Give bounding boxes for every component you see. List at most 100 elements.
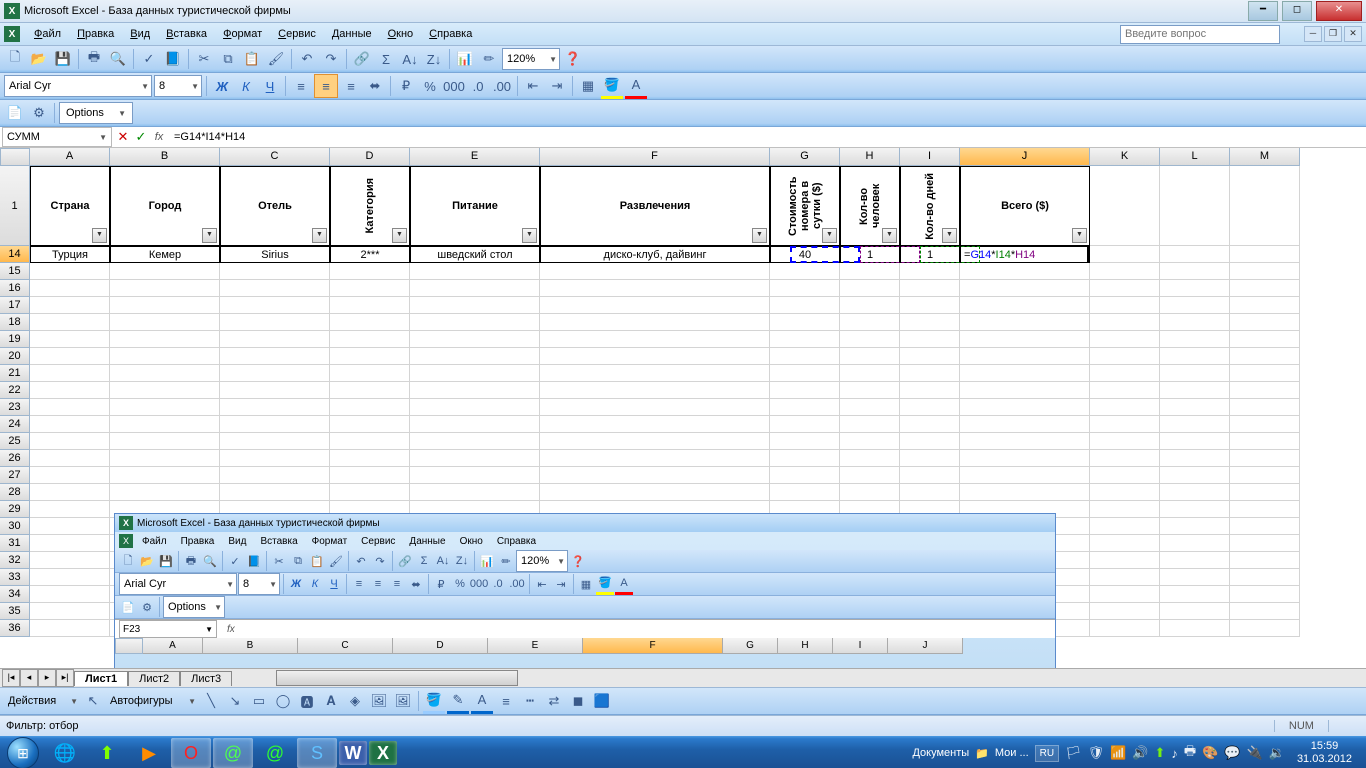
col-header-E[interactable]: E [410, 148, 540, 166]
col-header-I[interactable]: I [900, 148, 960, 166]
data-cell[interactable]: Турция [30, 246, 110, 263]
fill-color-draw-icon[interactable]: 🪣 [423, 689, 445, 714]
taskbar-excel-icon[interactable]: X [369, 741, 397, 765]
worksheet-grid[interactable]: A B C D E F G H I J K L M 1Страна▼Город▼… [0, 148, 1366, 668]
decrease-indent-icon[interactable]: ⇤ [522, 75, 544, 97]
menu-data[interactable]: Данные [324, 26, 380, 42]
fill-color-icon[interactable]: 🪣 [601, 74, 623, 99]
row-header-27[interactable]: 27 [0, 467, 30, 484]
tray-palette-icon[interactable]: 🎨 [1202, 745, 1218, 761]
name-box[interactable]: СУММ▼ [2, 127, 112, 147]
data-cell[interactable]: 40 [770, 246, 840, 263]
shadow-icon[interactable]: ◼ [567, 690, 589, 712]
row-header-31[interactable]: 31 [0, 535, 30, 552]
italic-icon[interactable]: К [235, 75, 257, 97]
row-header-23[interactable]: 23 [0, 399, 30, 416]
header-cell[interactable]: Стоимость номера в сутки ($)▼ [770, 166, 840, 246]
taskbar-word-icon[interactable]: W [339, 741, 367, 765]
tab-first-button[interactable]: |◂ [2, 669, 20, 687]
tab-sheet3[interactable]: Лист3 [180, 671, 232, 686]
font-color-icon[interactable]: A [625, 74, 647, 99]
header-cell[interactable]: Кол-во человек▼ [840, 166, 900, 246]
row-header-21[interactable]: 21 [0, 365, 30, 382]
col-header-K[interactable]: K [1090, 148, 1160, 166]
select-all-corner[interactable] [0, 148, 30, 166]
row-header-33[interactable]: 33 [0, 569, 30, 586]
increase-decimal-icon[interactable]: .0 [467, 75, 489, 97]
tab-prev-button[interactable]: ◂ [20, 669, 38, 687]
drawing-actions[interactable]: Действия▼ [4, 691, 80, 711]
taskbar-utorrent-icon[interactable]: ⬆ [87, 738, 127, 768]
taskbar-ie-icon[interactable]: 🌐 [45, 738, 85, 768]
col-header-D[interactable]: D [330, 148, 410, 166]
row-header-19[interactable]: 19 [0, 331, 30, 348]
options-button[interactable]: Options▼ [59, 102, 133, 124]
col-header-J[interactable]: J [960, 148, 1090, 166]
header-cell[interactable]: Кол-во дней▼ [900, 166, 960, 246]
open-icon[interactable]: 📂 [28, 48, 50, 70]
close-button[interactable]: ✕ [1316, 1, 1362, 21]
tray-media-icon[interactable]: ♪ [1171, 746, 1178, 761]
col-header-A[interactable]: A [30, 148, 110, 166]
pdf-settings-icon[interactable]: ⚙ [28, 102, 50, 124]
new-icon[interactable]: 🗋 [4, 48, 26, 70]
taskbar-documents[interactable]: Документы [912, 747, 969, 759]
arrow-style-icon[interactable]: ⇄ [543, 690, 565, 712]
hyperlink-icon[interactable]: 🔗 [351, 48, 373, 70]
row-header-25[interactable]: 25 [0, 433, 30, 450]
oval-icon[interactable]: ◯ [272, 690, 294, 712]
data-cell[interactable]: диско-клуб, дайвинг [540, 246, 770, 263]
line-style-icon[interactable]: ≡ [495, 690, 517, 712]
col-header-B[interactable]: B [110, 148, 220, 166]
line-color-icon[interactable]: ✎ [447, 689, 469, 714]
header-cell[interactable]: Страна▼ [30, 166, 110, 246]
autofilter-button[interactable]: ▼ [822, 228, 837, 243]
menu-insert[interactable]: Вставка [158, 26, 215, 42]
ask-question-input[interactable] [1120, 25, 1280, 44]
data-cell[interactable]: 1 [900, 246, 960, 263]
header-cell[interactable]: Отель▼ [220, 166, 330, 246]
maximize-button[interactable]: ◻ [1282, 1, 1312, 21]
row-header-30[interactable]: 30 [0, 518, 30, 535]
row-header-17[interactable]: 17 [0, 297, 30, 314]
autofilter-button[interactable]: ▼ [392, 228, 407, 243]
row-header-32[interactable]: 32 [0, 552, 30, 569]
autofilter-button[interactable]: ▼ [92, 228, 107, 243]
print-preview-icon[interactable]: 🔍 [107, 48, 129, 70]
pdf-icon[interactable]: 📄 [4, 102, 26, 124]
row-header-24[interactable]: 24 [0, 416, 30, 433]
text-box-icon[interactable]: 🅰 [296, 690, 318, 712]
underline-icon[interactable]: Ч [259, 75, 281, 97]
cancel-formula-icon[interactable]: ✕ [114, 126, 132, 148]
comma-icon[interactable]: 000 [443, 75, 465, 97]
col-header-L[interactable]: L [1160, 148, 1230, 166]
currency-icon[interactable]: ₽ [395, 75, 417, 97]
control-menu-icon[interactable]: X [4, 26, 20, 42]
align-right-icon[interactable]: ≡ [340, 75, 362, 97]
tab-sheet1[interactable]: Лист1 [74, 671, 128, 686]
row-header-35[interactable]: 35 [0, 603, 30, 620]
arrow-icon[interactable]: ↘ [224, 690, 246, 712]
data-cell[interactable]: Кемер [110, 246, 220, 263]
sort-desc-icon[interactable]: Z↓ [423, 48, 445, 70]
row-header-34[interactable]: 34 [0, 586, 30, 603]
increase-indent-icon[interactable]: ⇥ [546, 75, 568, 97]
row-header-20[interactable]: 20 [0, 348, 30, 365]
taskbar-mail-icon[interactable]: @ [213, 738, 253, 768]
align-left-icon[interactable]: ≡ [290, 75, 312, 97]
autofilter-button[interactable]: ▼ [202, 228, 217, 243]
taskbar-skype-icon[interactable]: S [297, 738, 337, 768]
tray-shield-icon[interactable]: 🛡 [1088, 745, 1105, 761]
header-cell[interactable]: Город▼ [110, 166, 220, 246]
menu-view[interactable]: Вид [122, 26, 158, 42]
format-painter-icon[interactable]: 🖌 [265, 48, 287, 70]
data-cell[interactable]: Sirius [220, 246, 330, 263]
research-icon[interactable]: 📘 [162, 48, 184, 70]
col-header-G[interactable]: G [770, 148, 840, 166]
data-cell[interactable]: шведский стол [410, 246, 540, 263]
formula-input[interactable]: =G14*I14*H14 [168, 131, 1366, 143]
menu-file[interactable]: Файл [26, 26, 69, 42]
autosum-icon[interactable]: Σ [375, 48, 397, 70]
tray-utorrent-icon[interactable]: ⬆ [1155, 745, 1166, 761]
header-cell[interactable]: Развлечения▼ [540, 166, 770, 246]
